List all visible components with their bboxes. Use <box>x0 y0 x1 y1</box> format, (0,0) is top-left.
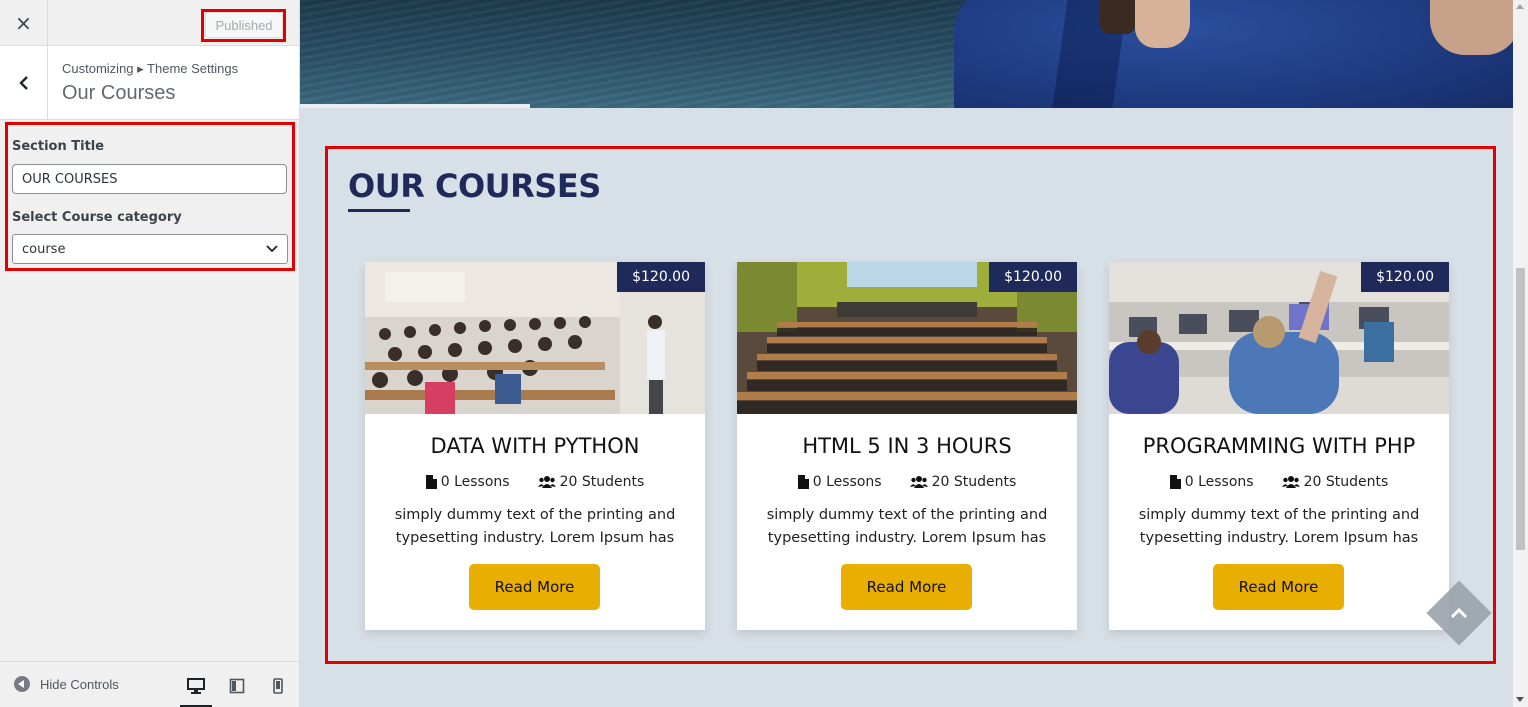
scroll-up-arrow-icon[interactable] <box>1516 4 1524 9</box>
read-more-button[interactable]: Read More <box>1213 564 1344 610</box>
student-count: 20 Students <box>559 474 645 490</box>
chevron-down-icon <box>266 245 278 253</box>
student-count: 20 Students <box>1303 474 1389 490</box>
lesson-count: 0 Lessons <box>1184 474 1254 490</box>
price-badge: $120.00 <box>989 262 1077 292</box>
desktop-icon <box>187 678 205 694</box>
users-icon <box>1281 476 1300 488</box>
chevron-left-icon <box>18 76 28 90</box>
course-title[interactable]: PROGRAMMING WITH PHP <box>1109 434 1449 458</box>
customizer-sidebar: × Published Customizing ▸ Theme Settings… <box>0 0 300 707</box>
price-badge: $120.00 <box>617 262 705 292</box>
back-button[interactable] <box>0 46 48 120</box>
customizer-header: × Published <box>0 0 299 46</box>
hero-banner-image <box>300 0 1513 108</box>
course-category-value: course <box>22 241 66 257</box>
lesson-count: 0 Lessons <box>440 474 510 490</box>
course-image-classroom[interactable]: $120.00 <box>365 262 705 414</box>
file-icon <box>1169 475 1181 489</box>
lesson-count: 0 Lessons <box>812 474 882 490</box>
course-image-lecture-hall[interactable]: $120.00 <box>737 262 1077 414</box>
student-count: 20 Students <box>931 474 1017 490</box>
section-title-input[interactable] <box>12 164 287 194</box>
desktop-preview-button[interactable] <box>180 672 212 707</box>
section-header: Customizing ▸ Theme Settings Our Courses <box>0 46 299 120</box>
course-category-label: Select Course category <box>12 210 182 225</box>
price-badge: $120.00 <box>1361 262 1449 292</box>
file-icon <box>797 475 809 489</box>
close-icon: × <box>15 11 32 35</box>
course-description: simply dummy text of the printing and ty… <box>766 507 1048 546</box>
close-customizer-button[interactable]: × <box>0 0 48 46</box>
tablet-icon <box>229 678 245 694</box>
course-card: $120.00 DATA WITH PYTHON 0 Lessons 20 St… <box>365 262 705 630</box>
scrollbar-thumb[interactable] <box>1516 268 1525 550</box>
users-icon <box>537 476 556 488</box>
users-icon <box>909 476 928 488</box>
course-meta: 0 Lessons 20 Students <box>365 474 705 490</box>
breadcrumb: Customizing ▸ Theme Settings <box>62 61 239 76</box>
customizer-footer: Hide Controls <box>0 661 299 707</box>
page-scrollbar[interactable] <box>1513 0 1528 707</box>
published-button[interactable]: Published <box>205 12 283 38</box>
hide-controls-button[interactable]: Hide Controls <box>14 676 119 692</box>
course-description: simply dummy text of the printing and ty… <box>394 507 676 546</box>
read-more-button[interactable]: Read More <box>841 564 972 610</box>
chevron-up-icon <box>1450 607 1468 619</box>
course-image-computer-lab[interactable]: $120.00 <box>1109 262 1449 414</box>
scroll-down-arrow-icon[interactable] <box>1516 697 1524 702</box>
mobile-preview-button[interactable] <box>262 672 294 707</box>
section-title: Our Courses <box>62 82 176 104</box>
scroll-to-top-button-arrow[interactable] <box>1442 601 1476 625</box>
mobile-icon <box>273 678 283 694</box>
course-card: $120.00 HTML 5 IN 3 HOURS 0 Lessons 20 S… <box>737 262 1077 630</box>
course-meta: 0 Lessons 20 Students <box>737 474 1077 490</box>
course-category-select[interactable]: course <box>12 234 288 264</box>
course-meta: 0 Lessons 20 Students <box>1109 474 1449 490</box>
course-description: simply dummy text of the printing and ty… <box>1138 507 1420 546</box>
file-icon <box>425 475 437 489</box>
title-underline <box>348 209 410 212</box>
section-title-label: Section Title <box>12 139 105 154</box>
courses-section-title: OUR COURSES <box>348 167 601 205</box>
site-preview: OUR COURSES $120.00 DATA WITH PYTHON 0 L… <box>300 0 1513 707</box>
course-title[interactable]: DATA WITH PYTHON <box>365 434 705 458</box>
read-more-button[interactable]: Read More <box>469 564 600 610</box>
course-title[interactable]: HTML 5 IN 3 HOURS <box>737 434 1077 458</box>
hide-controls-label: Hide Controls <box>40 676 119 692</box>
tablet-preview-button[interactable] <box>221 672 253 707</box>
collapse-arrow-icon <box>14 676 30 692</box>
course-card: $120.00 PROGRAMMING WITH PHP 0 Lessons 2… <box>1109 262 1449 630</box>
